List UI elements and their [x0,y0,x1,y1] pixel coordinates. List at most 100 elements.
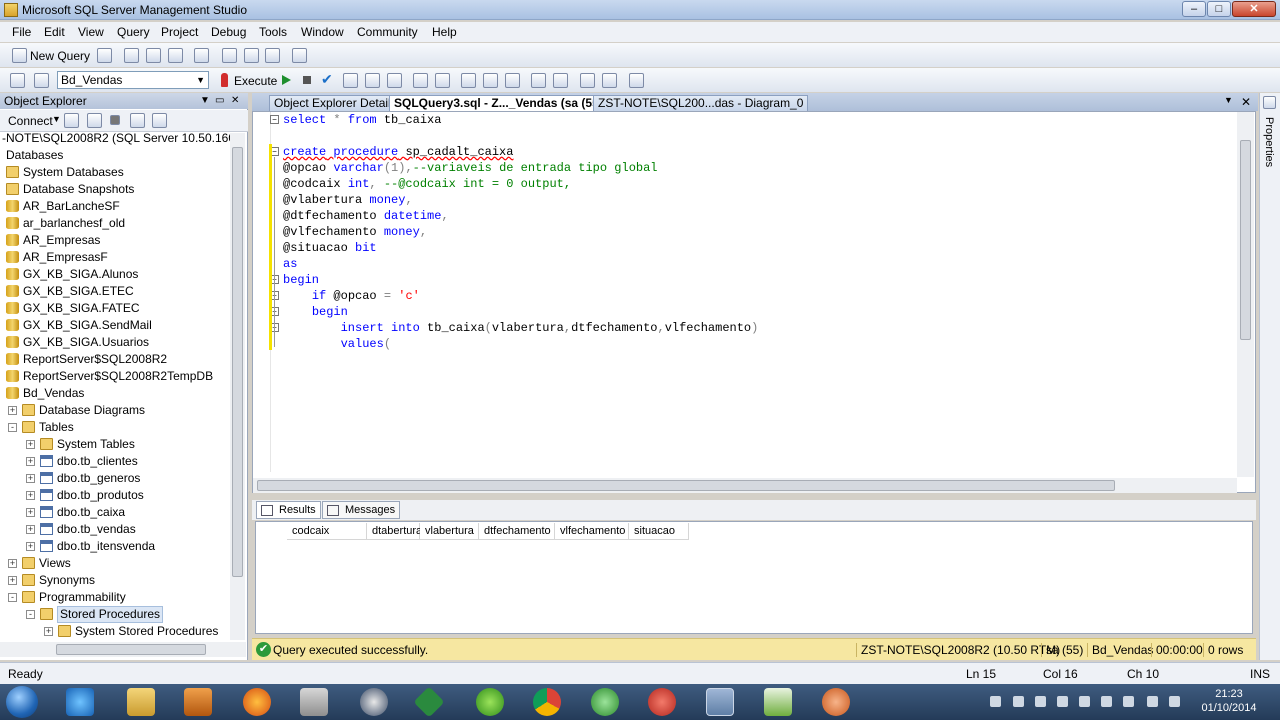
minimize-button[interactable]: – [1182,1,1206,17]
scroll-thumb[interactable] [257,480,1115,491]
column-header-vlfechamento[interactable]: vlfechamento [555,523,629,540]
collapse-icon[interactable]: - [8,423,17,432]
code-line[interactable]: create procedure sp_cadalt_caixa [283,144,513,160]
filter-icon[interactable] [130,113,145,128]
stop-icon[interactable] [110,115,120,125]
display-plan-icon[interactable] [343,73,358,88]
intellisense-icon[interactable] [387,73,402,88]
tray-sync-icon[interactable] [1013,696,1024,707]
maximize-button[interactable]: □ [1207,1,1231,17]
hand-app-icon[interactable] [822,688,850,716]
menu-view[interactable]: View [78,25,104,39]
new-query-icon[interactable] [12,48,27,63]
scroll-thumb[interactable] [1240,140,1251,340]
increase-indent-icon[interactable] [602,73,617,88]
icq-icon[interactable] [476,688,504,716]
connect-icon[interactable] [10,73,25,88]
query-designer-icon[interactable] [365,73,380,88]
dropdown-icon[interactable]: ▼ [200,93,210,109]
close-button[interactable]: ✕ [1232,1,1276,17]
project-icon[interactable] [413,686,445,718]
menu-help[interactable]: Help [432,25,457,39]
disconnect-icon[interactable] [87,113,102,128]
collapse-icon[interactable]: - [26,610,35,619]
code-line[interactable]: insert into tb_caixa(vlabertura,dtfecham… [283,320,759,336]
column-header-dtabertura[interactable]: dtabertura [367,523,422,540]
tray-network-icon[interactable] [990,696,1001,707]
new-file-icon[interactable] [97,48,112,63]
execute-icon[interactable] [221,73,228,87]
new-query-button[interactable]: New Query [30,49,90,63]
cancel-query-icon[interactable] [303,76,311,84]
pin-icon[interactable]: ▭ [215,93,224,109]
parse-check-icon[interactable]: ✔ [321,71,333,88]
code-line[interactable]: if @opcao = 'c' [283,288,420,304]
client-stats-icon[interactable] [435,73,450,88]
ssms-taskbar-icon[interactable] [706,688,734,716]
code-line[interactable]: @opcao varchar(1),--variaveis de entrada… [283,160,658,176]
expand-icon[interactable]: + [26,525,35,534]
results-file-icon[interactable] [505,73,520,88]
expand-icon[interactable]: + [26,457,35,466]
tab-object-explorer-details[interactable]: Object Explorer Details [269,95,402,111]
tray-signal-icon[interactable] [1147,696,1158,707]
file-explorer-icon[interactable] [127,688,155,716]
scroll-thumb[interactable] [232,147,243,577]
save-icon[interactable] [244,48,259,63]
menu-project[interactable]: Project [161,25,198,39]
connect-db-icon[interactable] [64,113,79,128]
tab-results[interactable]: Results [256,501,321,519]
expand-icon[interactable]: + [26,542,35,551]
code-line[interactable]: begin [283,304,348,320]
tray-app-icon[interactable] [1057,696,1068,707]
code-line[interactable]: @situacao bit [283,240,377,256]
results-text-icon[interactable] [461,73,476,88]
activity-monitor-icon[interactable] [292,48,307,63]
app-red-icon[interactable] [648,688,676,716]
decrease-indent-icon[interactable] [580,73,595,88]
start-button[interactable] [6,686,38,718]
media-player-icon[interactable] [184,688,212,716]
uncomment-icon[interactable] [553,73,568,88]
change-connection-icon[interactable] [34,73,49,88]
tab-diagram[interactable]: ZST-NOTE\SQL200...das - Diagram_0 [593,95,809,111]
expand-icon[interactable]: + [26,491,35,500]
column-header-dtfechamento[interactable]: dtfechamento [479,523,555,540]
results-grid-icon[interactable] [483,73,498,88]
code-line[interactable]: @vlabertura money, [283,192,413,208]
column-header-situacao[interactable]: situacao [629,523,689,540]
sql-editor[interactable]: −−−−−− select * from tb_caixacreate proc… [252,111,1256,493]
expand-icon[interactable]: + [8,576,17,585]
chrome-icon[interactable] [533,688,561,716]
expand-icon[interactable]: + [8,406,17,415]
menu-query[interactable]: Query [117,25,150,39]
code-line[interactable]: @codcaix int, --@codcaix int = 0 output, [283,176,571,192]
results-grid[interactable]: codcaix dtabertura vlabertura dtfechamento v… [255,521,1253,634]
refresh-icon[interactable] [152,113,167,128]
expand-icon[interactable]: + [26,440,35,449]
tab-messages[interactable]: Messages [322,501,401,519]
tab-sqlquery3[interactable]: SQLQuery3.sql - Z..._Vendas (sa (55))* [389,95,617,111]
object-explorer-vscroll[interactable] [230,133,245,640]
firefox-icon[interactable] [243,688,271,716]
collapse-region-icon[interactable]: − [270,115,279,124]
expand-icon[interactable]: + [44,627,53,636]
internet-explorer-icon[interactable] [66,688,94,716]
db-engine-query-icon[interactable] [124,48,139,63]
code-line[interactable]: @vlfechamento money, [283,224,427,240]
connect-button[interactable]: Connect [8,114,53,128]
expand-icon[interactable]: + [26,508,35,517]
properties-tab[interactable]: Properties [1263,117,1275,167]
xmla-query-icon[interactable] [194,48,209,63]
close-panel-icon[interactable]: ✕ [231,93,239,109]
open-file-icon[interactable] [222,48,237,63]
menu-window[interactable]: Window [301,25,344,39]
properties-icon[interactable] [1263,96,1276,109]
debug-play-icon[interactable] [282,75,291,85]
close-tab-icon[interactable]: ✕ [1241,95,1251,109]
include-plan-icon[interactable] [413,73,428,88]
specify-values-icon[interactable] [629,73,644,88]
analysis-query-icon[interactable] [146,48,161,63]
editor-hscroll[interactable] [253,478,1237,493]
code-line[interactable]: begin [283,272,319,288]
